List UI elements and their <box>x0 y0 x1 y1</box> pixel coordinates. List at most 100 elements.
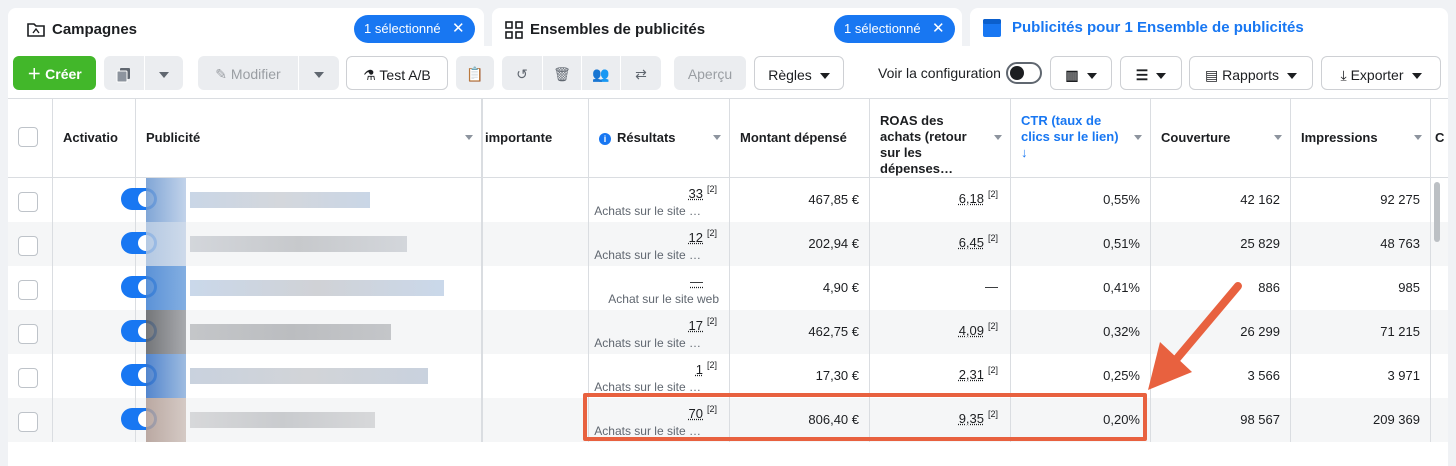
roas-value[interactable]: 4,09 <box>959 323 984 338</box>
roas-cell: 6,45 [2] <box>870 222 1011 266</box>
ad-icon <box>983 19 1001 37</box>
export-button[interactable]: ⤓ Exporter <box>1321 56 1441 90</box>
folder-icon <box>27 23 45 37</box>
header-label: ROAS des achats (retour sur les dépenses… <box>880 113 967 176</box>
ad-name-cell[interactable] <box>136 398 483 442</box>
sort-icon[interactable] <box>465 135 473 140</box>
roas-value: — <box>985 279 998 294</box>
tag-button[interactable]: ⇄ <box>621 56 661 90</box>
row-checkbox[interactable] <box>18 192 38 212</box>
selection-pill[interactable]: 1 sélectionné ✕ <box>354 15 475 43</box>
sort-icon[interactable] <box>1414 135 1422 140</box>
row-checkbox[interactable] <box>18 280 38 300</box>
header-important[interactable]: importante <box>483 99 589 177</box>
results-cell: — Achat sur le site web <box>589 266 730 310</box>
undo-button[interactable]: ↺ <box>502 56 542 90</box>
roas-value[interactable]: 6,45 <box>959 235 984 250</box>
header-next[interactable]: C <box>1431 99 1448 177</box>
sort-icon[interactable] <box>994 135 1002 140</box>
ad-name-cell[interactable] <box>136 266 483 310</box>
table-row[interactable]: 12 [2] Achats sur le site … 202,94 €6,45 [2]… <box>8 222 1448 266</box>
select-all-checkbox[interactable] <box>18 127 38 147</box>
header-activation[interactable]: Activatio <box>53 99 136 177</box>
ab-test-button[interactable]: ⚗ Test A/B <box>346 56 448 90</box>
ad-name-redacted <box>190 368 428 384</box>
modify-button[interactable]: ✎ Modifier <box>198 56 298 90</box>
header-label: Activatio <box>63 130 118 145</box>
delete-button[interactable]: 🗑 <box>543 56 581 90</box>
activation-cell <box>53 354 157 398</box>
modify-dropdown-button[interactable] <box>299 56 339 90</box>
results-value[interactable]: 33 <box>689 186 703 201</box>
header-checkbox-cell <box>8 99 53 177</box>
header-label: C <box>1435 130 1445 145</box>
header-label: Impressions <box>1301 130 1378 145</box>
row-checkbox[interactable] <box>18 412 38 432</box>
reports-button[interactable]: ▤ Rapports <box>1189 56 1313 90</box>
ad-name-redacted <box>190 280 444 296</box>
selection-pill[interactable]: 1 sélectionné ✕ <box>834 15 955 43</box>
duplicate-button[interactable] <box>104 56 144 90</box>
breakdown-button[interactable]: ☰ <box>1120 56 1182 90</box>
spent-cell: 202,94 € <box>730 222 870 266</box>
ad-name-cell[interactable] <box>136 222 483 266</box>
spent-cell: 17,30 € <box>730 354 870 398</box>
view-config-toggle[interactable] <box>1006 62 1042 84</box>
results-cell: 17 [2] Achats sur le site … <box>589 310 730 354</box>
sort-icon[interactable] <box>713 135 721 140</box>
preview-button[interactable]: Aperçu <box>674 56 746 90</box>
chevron-down-icon <box>1411 73 1422 80</box>
results-value[interactable]: — <box>690 274 703 289</box>
sort-icon[interactable] <box>1134 135 1142 140</box>
results-value[interactable]: 17 <box>689 318 703 333</box>
rules-button[interactable]: Règles <box>754 56 844 90</box>
roas-cell: — <box>870 266 1011 310</box>
header-ad[interactable]: Publicité <box>136 99 483 177</box>
ad-name-cell[interactable] <box>136 310 483 354</box>
create-button[interactable]: ＋ Créer <box>13 56 96 90</box>
ctr-cell: 0,25% <box>1011 354 1151 398</box>
close-icon[interactable]: ✕ <box>452 15 465 43</box>
columns-button[interactable]: ▥ <box>1050 56 1112 90</box>
row-checkbox[interactable] <box>18 368 38 388</box>
ad-name-cell[interactable] <box>136 178 483 222</box>
row-checkbox[interactable] <box>18 236 38 256</box>
close-icon[interactable]: ✕ <box>932 15 945 43</box>
scrollbar[interactable] <box>1434 182 1440 242</box>
header-roas[interactable]: ROAS des achats (retour sur les dépenses… <box>870 99 1011 177</box>
roas-value[interactable]: 6,18 <box>959 191 984 206</box>
roas-value[interactable]: 2,31 <box>959 367 984 382</box>
reach-cell: 98 567 <box>1151 398 1291 442</box>
header-spent[interactable]: Montant dépensé <box>730 99 870 177</box>
header-results[interactable]: i Résultats <box>589 99 730 177</box>
sort-icon[interactable] <box>1274 135 1282 140</box>
info-icon[interactable]: i <box>599 133 611 145</box>
results-value[interactable]: 12 <box>689 230 703 245</box>
results-cell: 1 [2] Achats sur le site … <box>589 354 730 398</box>
grid-icon <box>505 21 523 39</box>
ad-thumbnail <box>146 266 186 310</box>
results-value[interactable]: 1 <box>696 362 703 377</box>
trash-icon: 🗑 <box>553 66 571 82</box>
header-impressions[interactable]: Impressions <box>1291 99 1431 177</box>
duplicate-dropdown-button[interactable] <box>145 56 183 90</box>
clipboard-icon: 📋 <box>466 66 484 82</box>
header-ctr[interactable]: CTR (taux de clics sur le lien) ↓ <box>1011 99 1151 177</box>
spent-cell: 462,75 € <box>730 310 870 354</box>
row-checkbox[interactable] <box>18 324 38 344</box>
columns-icon: ▥ <box>1065 67 1079 83</box>
rules-button-label: Règles <box>768 67 812 83</box>
ad-thumbnail <box>146 222 186 266</box>
ad-thumbnail <box>146 178 186 222</box>
row-checkbox-cell <box>8 178 53 222</box>
ad-name-cell[interactable] <box>136 354 483 398</box>
tag-icon: ⇄ <box>635 66 647 82</box>
clipboard-button[interactable]: 📋 <box>456 56 494 90</box>
ctr-cell: 0,51% <box>1011 222 1151 266</box>
table-header: Activatio Publicité importante i Résultat… <box>8 98 1448 178</box>
header-reach[interactable]: Couverture <box>1151 99 1291 177</box>
results-type: Achats sur le site … <box>594 248 701 262</box>
audience-button[interactable]: 👥 <box>582 56 620 90</box>
table-row[interactable]: 33 [2] Achats sur le site … 467,85 €6,18 [2]… <box>8 178 1448 222</box>
roas-ref: [2] <box>987 365 998 375</box>
